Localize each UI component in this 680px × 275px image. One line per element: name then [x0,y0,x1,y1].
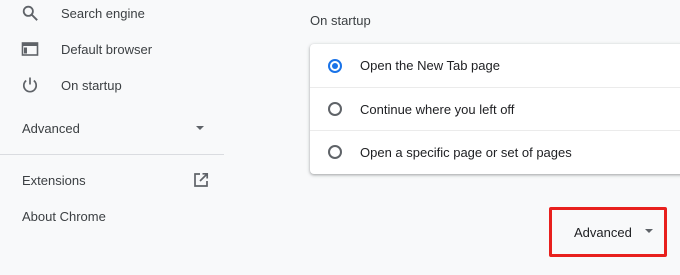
sidebar-item-about-chrome[interactable]: About Chrome [0,200,224,232]
sidebar-extensions-label: Extensions [22,172,86,188]
sidebar-item-on-startup[interactable]: On startup [0,69,224,101]
chevron-down-icon [191,119,209,137]
radio-button[interactable] [328,102,342,116]
radio-option-continue[interactable]: Continue where you left off [310,87,680,130]
sidebar-item-extensions[interactable]: Extensions [0,164,224,196]
radio-option-new-tab[interactable]: Open the New Tab page [310,44,680,87]
browser-window-icon [20,39,40,59]
radio-button-checked[interactable] [328,58,342,73]
radio-option-label: Open a specific page or set of pages [360,144,572,160]
advanced-button[interactable]: Advanced [556,215,662,249]
sidebar-item-label: On startup [61,77,122,93]
radio-option-label: Continue where you left off [360,101,515,117]
radio-button[interactable] [328,145,342,159]
sidebar-divider [0,154,224,155]
open-in-new-icon [192,171,210,189]
radio-option-label: Open the New Tab page [360,58,500,73]
power-icon [20,75,40,95]
sidebar-item-search-engine[interactable]: Search engine [0,0,224,29]
section-title: On startup [310,13,371,28]
sidebar-advanced-label: Advanced [22,120,80,136]
sidebar-about-label: About Chrome [22,208,106,224]
sidebar-item-default-browser[interactable]: Default browser [0,33,224,65]
advanced-button-label: Advanced [574,224,632,240]
startup-options-card: Open the New Tab page Continue where you… [310,44,680,174]
radio-option-specific-pages[interactable]: Open a specific page or set of pages [310,130,680,173]
sidebar-item-label: Default browser [61,41,153,57]
sidebar: Search engine Default browser On startup… [0,0,224,275]
chevron-down-icon [645,229,653,233]
search-icon [20,3,40,23]
sidebar-item-advanced[interactable]: Advanced [0,112,224,144]
sidebar-item-label: Search engine [61,5,145,21]
